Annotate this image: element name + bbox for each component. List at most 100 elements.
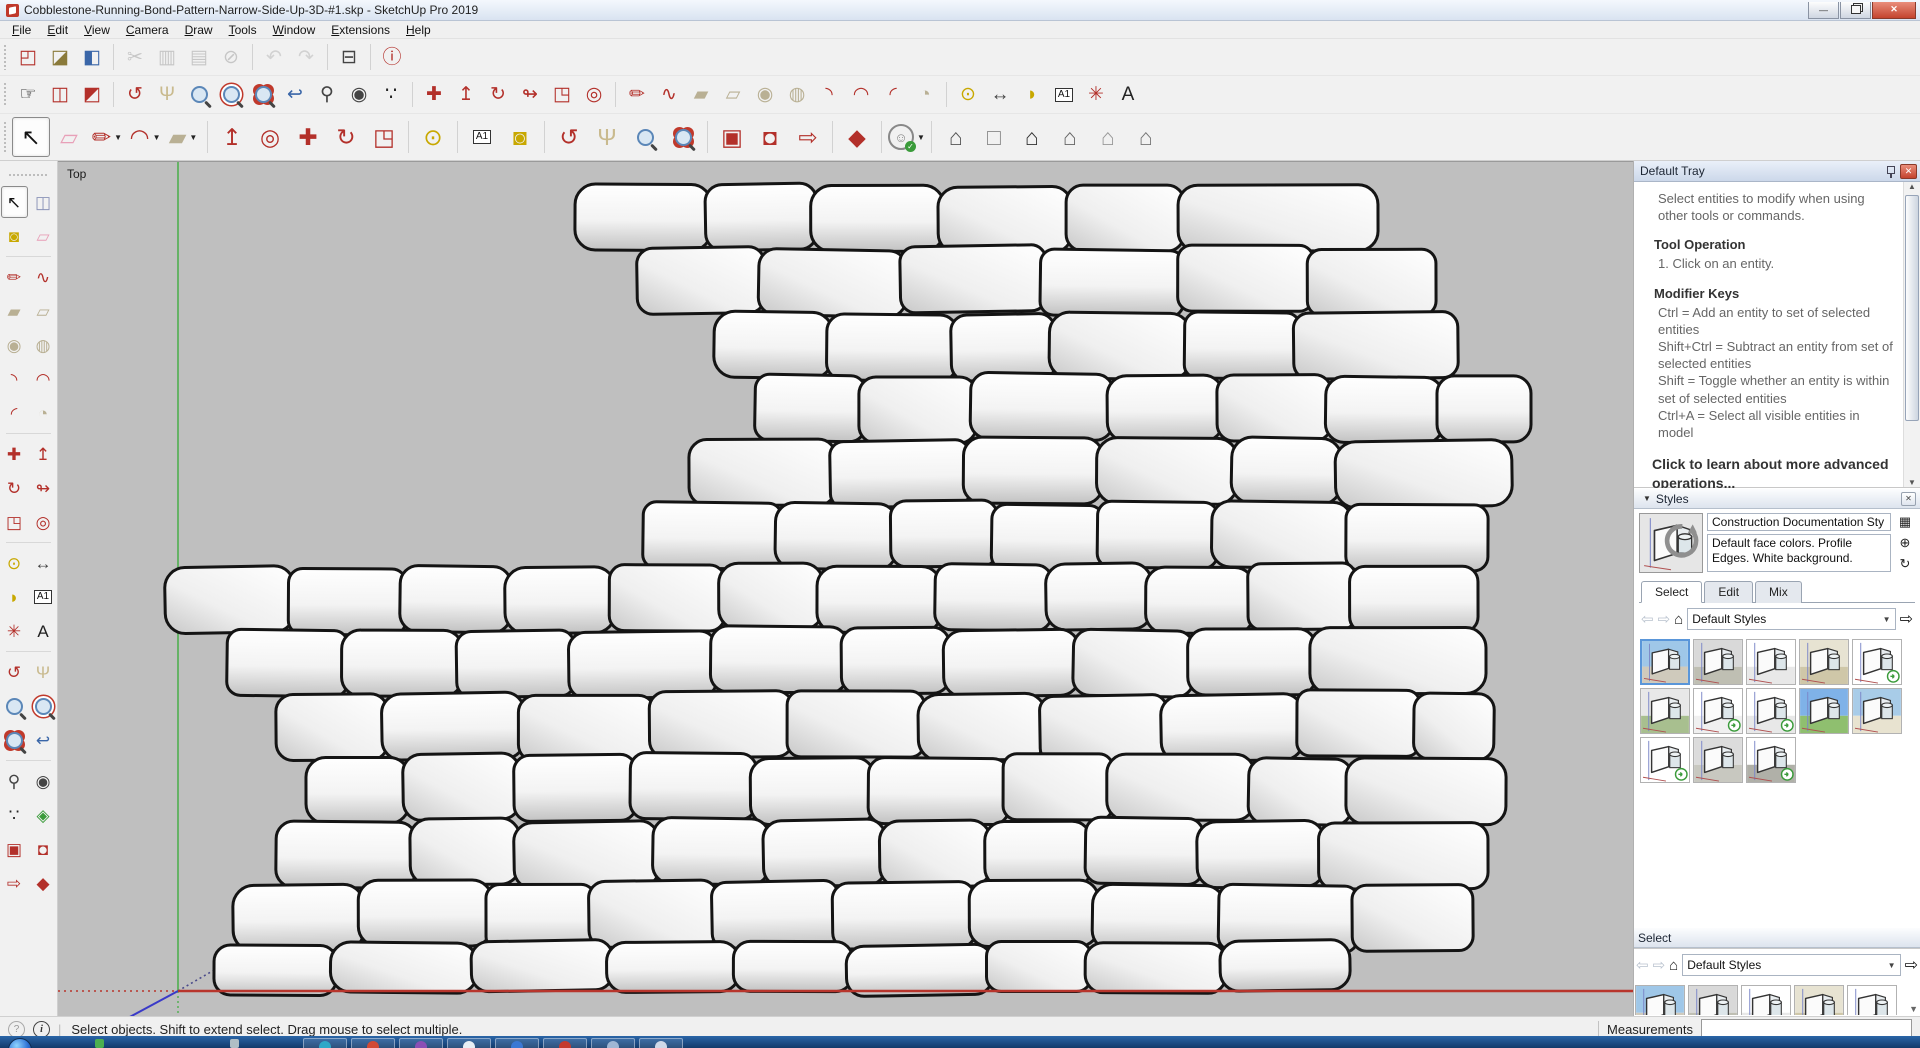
stone[interactable] [1182, 310, 1302, 381]
stone[interactable] [641, 500, 784, 571]
menu-edit[interactable]: Edit [39, 22, 76, 38]
stone[interactable] [1295, 688, 1422, 758]
stone[interactable] [1308, 626, 1488, 696]
scroll-down-icon[interactable]: ▼ [1908, 478, 1916, 487]
stone[interactable] [651, 816, 772, 887]
pan-button[interactable]: Ψ [30, 656, 57, 688]
stone[interactable] [1350, 883, 1475, 953]
zoom-window-button[interactable] [30, 690, 57, 722]
stone[interactable] [708, 624, 849, 695]
component-options-button[interactable]: ◫ [44, 79, 76, 111]
rectangle-button[interactable]: ▰ [1, 295, 28, 327]
stone[interactable] [304, 755, 411, 826]
stone[interactable] [1215, 373, 1334, 443]
stone[interactable] [356, 878, 494, 948]
home-icon[interactable]: ⌂ [1674, 611, 1683, 628]
taskbar-app-tile[interactable] [399, 1038, 443, 1048]
collapse-triangle-icon[interactable]: ▼ [1643, 494, 1651, 503]
tape-measure-button[interactable]: ⊙ [952, 79, 984, 111]
toolbar-grip[interactable] [8, 173, 49, 178]
orbit-button[interactable]: ↺ [550, 117, 588, 157]
pin-icon[interactable] [1885, 165, 1896, 178]
style-thumbnail[interactable] [1746, 737, 1796, 783]
stone[interactable] [1176, 243, 1315, 313]
new-button[interactable]: ◰ [12, 41, 44, 73]
taskbar-app-icon[interactable] [95, 1039, 104, 1048]
stone[interactable] [1246, 561, 1358, 632]
taskbar-app-tile[interactable] [447, 1038, 491, 1048]
stone[interactable] [983, 819, 1093, 890]
zoom-previous-button[interactable]: ↩ [30, 724, 57, 756]
scale-button[interactable]: ◳ [365, 117, 403, 157]
paste-button[interactable]: ▤ [183, 41, 215, 73]
three-point-arc-button[interactable]: ◜ [877, 79, 909, 111]
style-thumbnail[interactable] [1852, 639, 1902, 685]
sign-in-button[interactable]: ☺ ✓ ▼ [887, 117, 926, 157]
stone[interactable] [1105, 752, 1257, 822]
taskbar-app-tile[interactable] [591, 1038, 635, 1048]
menu-extensions[interactable]: Extensions [323, 22, 398, 38]
scroll-down-icon[interactable]: ▼ [1909, 1004, 1918, 1014]
stone[interactable] [1229, 435, 1344, 506]
stone[interactable] [717, 561, 825, 631]
stone[interactable] [984, 939, 1093, 994]
tab-edit[interactable]: Edit [1704, 581, 1754, 603]
stone[interactable] [212, 943, 339, 997]
stone[interactable] [1344, 756, 1508, 827]
stone[interactable] [703, 181, 819, 253]
zoom-extents-button[interactable] [247, 79, 279, 111]
text-button[interactable]: A1 [1048, 79, 1080, 111]
info-icon[interactable]: i [33, 1020, 50, 1038]
position-camera-button[interactable]: ⚲ [1, 765, 28, 797]
position-camera-button[interactable]: ⚲ [311, 79, 343, 111]
style-thumbnail[interactable] [1741, 985, 1791, 1015]
stone[interactable] [1323, 374, 1445, 445]
component-attributes-button[interactable]: ◩ [76, 79, 108, 111]
menu-draw[interactable]: Draw [177, 22, 221, 38]
stone[interactable] [1246, 756, 1354, 827]
stone[interactable] [839, 625, 952, 696]
copy-button[interactable]: ▥ [151, 41, 183, 73]
stone[interactable] [1210, 499, 1354, 570]
dropdown-arrow-icon[interactable]: ▼ [917, 133, 925, 142]
stone[interactable] [815, 564, 943, 635]
stone[interactable] [1412, 691, 1496, 762]
protractor-button[interactable]: ◗ [1, 581, 28, 613]
stone[interactable] [877, 818, 993, 889]
style-thumbnail[interactable] [1794, 985, 1844, 1015]
taskbar-app-tile[interactable] [639, 1038, 683, 1048]
stone[interactable] [587, 878, 720, 949]
stone[interactable] [857, 375, 979, 445]
menu-tools[interactable]: Tools [221, 22, 265, 38]
axes-button[interactable]: ✳ [1080, 79, 1112, 111]
front-view-button[interactable]: ⌂ [1013, 117, 1051, 157]
model-scene[interactable] [58, 162, 1633, 1016]
stone[interactable] [712, 309, 835, 380]
share-model-button[interactable]: ⇨ [789, 117, 827, 157]
instructor-scrollbar[interactable]: ▲ ▼ [1903, 182, 1920, 487]
extension-warehouse-button[interactable]: ◘ [30, 833, 57, 865]
three-d-text-button[interactable]: A [30, 615, 57, 647]
follow-me-button[interactable]: ↬ [30, 472, 57, 504]
stone[interactable] [773, 500, 899, 572]
stone[interactable] [1186, 627, 1318, 697]
advanced-operations-link[interactable]: Click to learn about more advanced opera… [1652, 455, 1897, 492]
pie-button[interactable]: ◔ [909, 79, 941, 111]
section-plane-button[interactable]: ◈ [30, 799, 57, 831]
rotated-rectangle-button[interactable]: ▱ [30, 295, 57, 327]
line-button[interactable]: ✏ ▼ [88, 117, 126, 157]
zoom-extents-button[interactable] [1, 724, 28, 756]
arc-button[interactable]: ◝ [1, 363, 28, 395]
stone[interactable] [898, 243, 1049, 315]
style-thumbnail[interactable] [1635, 985, 1685, 1015]
stone[interactable] [1176, 183, 1380, 253]
stone[interactable] [607, 563, 727, 633]
minimize-button[interactable]: — [1808, 1, 1839, 19]
threed-warehouse-button[interactable]: ▣ [1, 833, 28, 865]
share-model-button[interactable]: ⇨ [1, 867, 28, 899]
stone[interactable] [961, 435, 1105, 506]
axes-button[interactable]: ✳ [1, 615, 28, 647]
stone[interactable] [401, 751, 522, 822]
dimension-button[interactable]: ↔ [984, 79, 1016, 111]
taskbar-app-icon[interactable] [230, 1039, 239, 1048]
